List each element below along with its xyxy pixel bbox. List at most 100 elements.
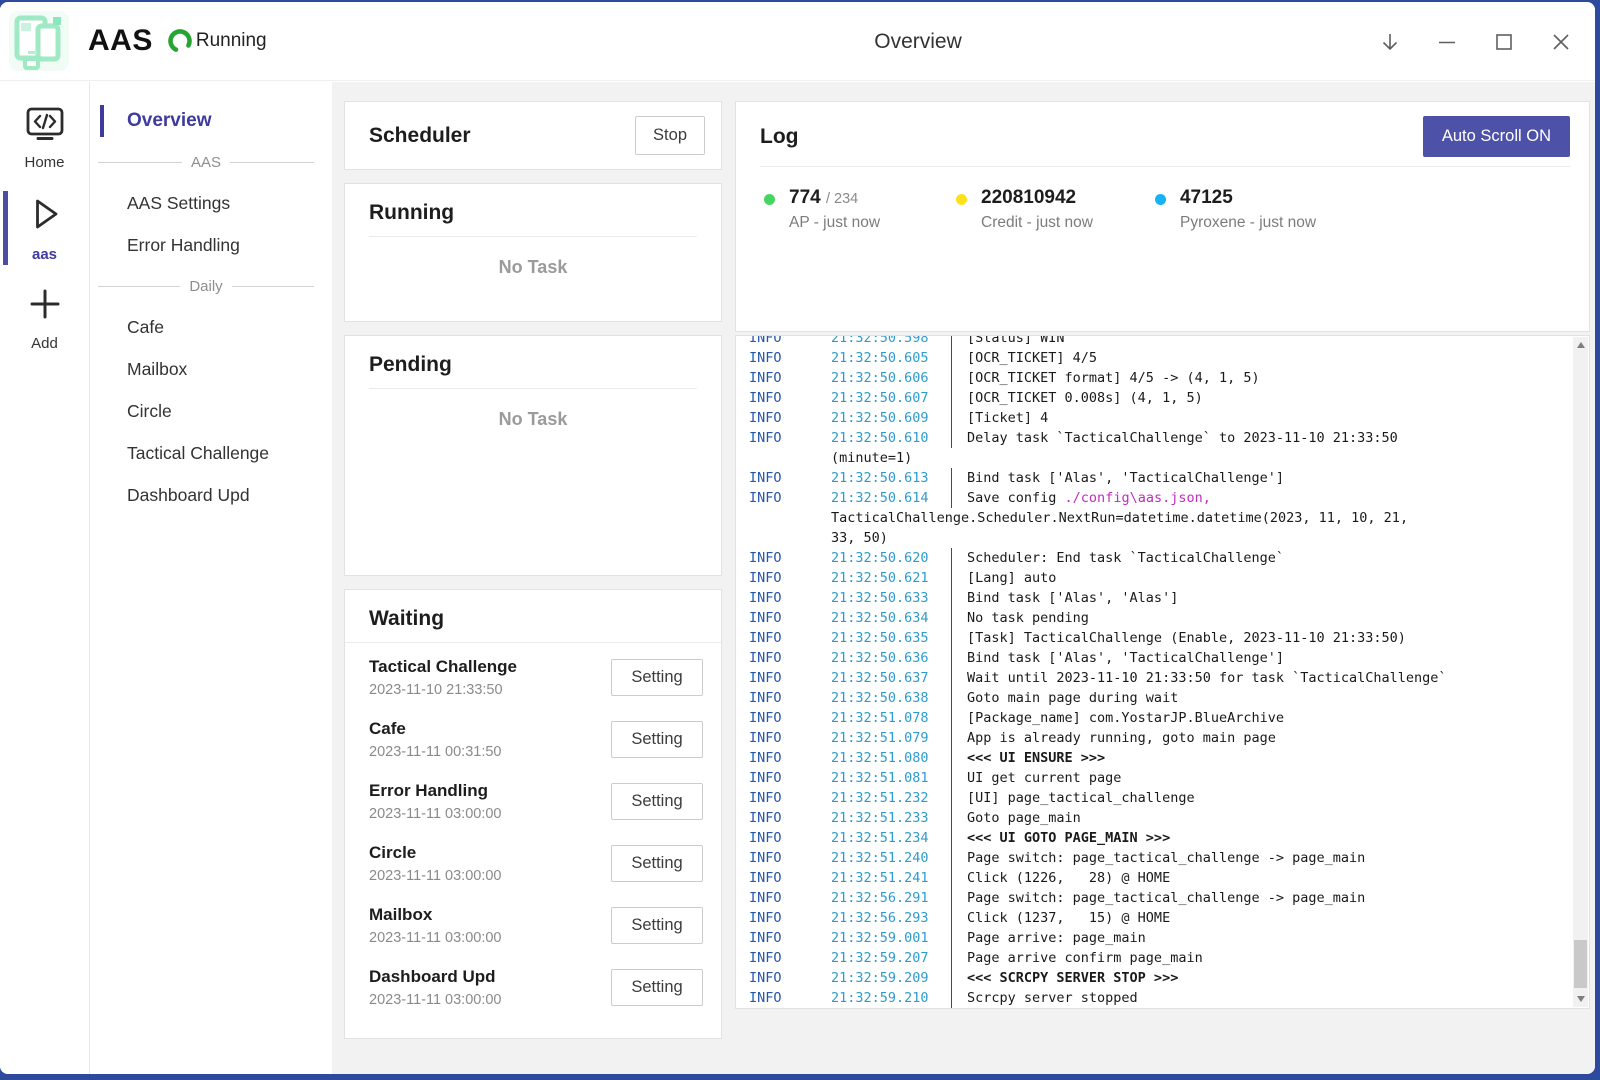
sidebar-item-circle[interactable]: Circle	[91, 390, 332, 432]
log-entry: INFO21:32:51.080<<< UI ENSURE >>>	[749, 748, 1555, 768]
log-text: Scheduler: End task `TacticalChallenge`	[967, 550, 1284, 566]
stat-label: AP - just now	[789, 214, 880, 232]
close-button[interactable]	[1549, 30, 1573, 54]
sidebar-item-aas-settings[interactable]: AAS Settings	[91, 182, 332, 224]
log-text: Goto page_main	[967, 810, 1081, 826]
log-entry: INFO21:32:50.598[Status] WIN	[749, 335, 1555, 348]
stat-value: 47125	[1180, 187, 1316, 209]
log-console[interactable]: INFO21:32:50.598[Status] WININFO21:32:50…	[735, 335, 1590, 1009]
log-message: Goto main page during wait	[951, 688, 1555, 708]
log-entry: INFO21:32:51.241Click (1226, 28) @ HOME	[749, 868, 1555, 888]
waiting-task-next-run: 2023-11-11 03:00:00	[369, 806, 502, 822]
waiting-task-row: Error Handling2023-11-11 03:00:00Setting	[345, 770, 721, 832]
minimize-button[interactable]	[1435, 30, 1459, 54]
log-message: [Ticket] 4	[951, 408, 1555, 428]
log-timestamp: 21:32:50.620	[831, 548, 951, 568]
log-timestamp: 21:32:50.605	[831, 348, 951, 368]
sidebar-item-dashboard-upd[interactable]: Dashboard Upd	[91, 474, 332, 516]
log-entry: INFO21:32:56.291Page switch: page_tactic…	[749, 888, 1555, 908]
app-window: AAS Running Overview HomeaasAdd Overview…	[0, 2, 1595, 1074]
setting-button[interactable]: Setting	[611, 845, 703, 882]
log-entry: INFO21:32:51.081UI get current page	[749, 768, 1555, 788]
setting-button[interactable]: Setting	[611, 659, 703, 696]
setting-button[interactable]: Setting	[611, 721, 703, 758]
log-text: Page arrive: page_main	[967, 930, 1146, 946]
waiting-task-row: Cafe2023-11-11 00:31:50Setting	[345, 708, 721, 770]
setting-button[interactable]: Setting	[611, 907, 703, 944]
rail-item-home[interactable]: Home	[0, 94, 89, 182]
log-message: Page switch: page_tactical_challenge -> …	[951, 848, 1555, 868]
log-timestamp: 21:32:59.209	[831, 968, 951, 988]
log-message: Delay task `TacticalChallenge` to 2023-1…	[951, 428, 1555, 448]
log-level: INFO	[749, 648, 831, 668]
log-timestamp: 21:32:50.610	[831, 428, 951, 448]
rail-item-label: Home	[24, 154, 64, 171]
log-timestamp: 21:32:50.621	[831, 568, 951, 588]
stat-label: Pyroxene - just now	[1180, 214, 1316, 232]
log-text: [Ticket] 4	[967, 410, 1048, 426]
waiting-task-next-run: 2023-11-11 03:00:00	[369, 992, 502, 1008]
minimize-icon	[1436, 31, 1458, 53]
log-level: INFO	[749, 808, 831, 828]
log-text: Click (1226, 28) @ HOME	[967, 870, 1170, 886]
maximize-button[interactable]	[1492, 30, 1516, 54]
sidebar-item-overview[interactable]: Overview	[91, 100, 332, 142]
waiting-task-row: Mailbox2023-11-11 03:00:00Setting	[345, 894, 721, 956]
sidebar-item-label: Error Handling	[127, 235, 240, 256]
waiting-title: Waiting	[369, 607, 697, 631]
rail-item-add[interactable]: Add	[0, 274, 89, 362]
running-card: Running No Task	[344, 183, 722, 322]
log-scrollbar[interactable]	[1573, 337, 1588, 1007]
log-text: Delay task `TacticalChallenge` to 2023-1…	[967, 430, 1398, 446]
log-entry: INFO21:32:50.634No task pending	[749, 608, 1555, 628]
setting-button[interactable]: Setting	[611, 969, 703, 1006]
scheduler-title: Scheduler	[369, 124, 471, 148]
log-entry: INFO21:32:50.621[Lang] auto	[749, 568, 1555, 588]
log-level: INFO	[749, 868, 831, 888]
log-message: Scheduler: End task `TacticalChallenge`	[951, 548, 1555, 568]
scrollbar-thumb[interactable]	[1574, 940, 1587, 988]
sidebar-section-divider: AAS	[91, 142, 332, 182]
waiting-task-next-run: 2023-11-11 03:00:00	[369, 868, 502, 884]
auto-scroll-button[interactable]: Auto Scroll ON	[1423, 116, 1570, 157]
sidebar-item-mailbox[interactable]: Mailbox	[91, 348, 332, 390]
log-text: [OCR_TICKET] 4/5	[967, 350, 1097, 366]
log-entry: INFO21:32:50.636Bind task ['Alas', 'Tact…	[749, 648, 1555, 668]
log-level: INFO	[749, 768, 831, 788]
log-level: INFO	[749, 608, 831, 628]
sidebar-item-cafe[interactable]: Cafe	[91, 306, 332, 348]
scrollbar-up-arrow[interactable]	[1573, 337, 1588, 353]
scroll-to-bottom-button[interactable]	[1378, 30, 1402, 54]
maximize-icon	[1493, 31, 1515, 53]
log-timestamp: 21:32:50.634	[831, 608, 951, 628]
log-timestamp: 21:32:51.233	[831, 808, 951, 828]
sidebar-item-label: Tactical Challenge	[127, 443, 269, 464]
setting-button[interactable]: Setting	[611, 783, 703, 820]
sidebar-item-error-handling[interactable]: Error Handling	[91, 224, 332, 266]
code-monitor-icon	[25, 106, 65, 147]
scheduler-card: Scheduler Stop	[344, 101, 722, 170]
log-text: Scrcpy server stopped	[967, 990, 1138, 1006]
log-timestamp: 21:32:50.637	[831, 668, 951, 688]
sidebar-item-label: Overview	[127, 110, 212, 132]
scrollbar-down-arrow[interactable]	[1573, 991, 1588, 1007]
divider-line	[98, 162, 182, 163]
log-level: INFO	[749, 848, 831, 868]
log-message: Click (1226, 28) @ HOME	[951, 868, 1555, 888]
log-message: Page arrive confirm page_main	[951, 948, 1555, 968]
stat-dot	[764, 194, 775, 205]
log-message: Page arrive: page_main	[951, 928, 1555, 948]
icon-rail: Home aasAdd	[0, 82, 90, 1074]
stop-button[interactable]: Stop	[635, 116, 705, 155]
waiting-task-name: Tactical Challenge	[369, 657, 517, 677]
log-level: INFO	[749, 548, 831, 568]
waiting-task-next-run: 2023-11-11 00:31:50	[369, 744, 502, 760]
log-entry: INFO21:32:50.633Bind task ['Alas', 'Alas…	[749, 588, 1555, 608]
rail-item-aas[interactable]: aas	[0, 184, 89, 272]
log-entry: INFO21:32:50.638Goto main page during wa…	[749, 688, 1555, 708]
log-message: Wait until 2023-11-10 21:33:50 for task …	[951, 668, 1555, 688]
sidebar-item-tactical-challenge[interactable]: Tactical Challenge	[91, 432, 332, 474]
log-text: Bind task ['Alas', 'TacticalChallenge']	[967, 650, 1284, 666]
log-message: <<< SCRCPY SERVER STOP >>>	[951, 968, 1555, 988]
log-timestamp: 21:32:50.635	[831, 628, 951, 648]
